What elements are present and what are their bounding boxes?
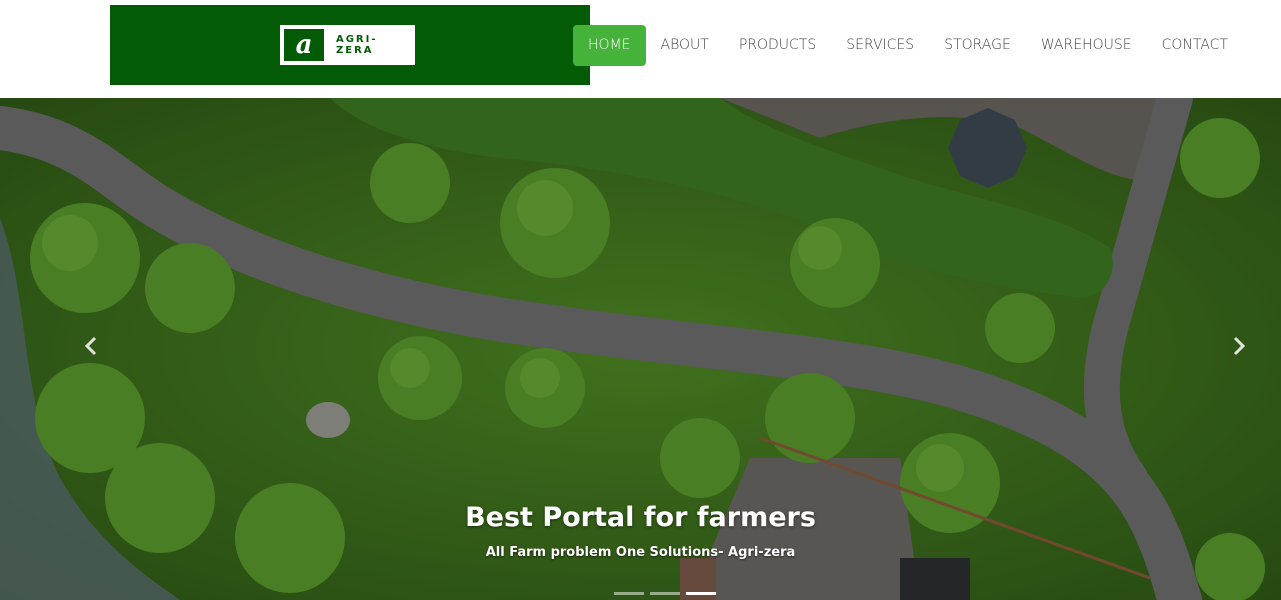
carousel-title: Best Portal for farmers bbox=[465, 502, 816, 533]
carousel-prev-button[interactable] bbox=[80, 334, 104, 358]
logo-text: AGRI-ZERA bbox=[335, 34, 378, 56]
carousel-next-button[interactable] bbox=[1226, 334, 1250, 358]
hero-carousel: Best Portal for farmers All Farm problem… bbox=[0, 98, 1281, 600]
logo-icon: a bbox=[282, 27, 326, 63]
carousel-indicator-3[interactable] bbox=[686, 592, 716, 595]
carousel-indicator-2[interactable] bbox=[650, 592, 680, 595]
logo-banner[interactable]: a AGRI-ZERA bbox=[110, 5, 590, 85]
site-header: a AGRI-ZERA HOME ABOUT PRODUCTS SERVICES… bbox=[0, 0, 1281, 98]
nav-services[interactable]: SERVICES bbox=[831, 25, 929, 66]
nav-warehouse[interactable]: WAREHOUSE bbox=[1026, 25, 1147, 66]
logo: a AGRI-ZERA bbox=[280, 25, 415, 65]
logo-letter: a bbox=[295, 30, 313, 60]
carousel-indicator-1[interactable] bbox=[614, 592, 644, 595]
chevron-right-icon bbox=[1233, 336, 1246, 356]
nav-products[interactable]: PRODUCTS bbox=[724, 25, 831, 66]
carousel-subtitle: All Farm problem One Solutions- Agri-zer… bbox=[485, 545, 796, 560]
nav-storage[interactable]: STORAGE bbox=[929, 25, 1026, 66]
carousel-indicators bbox=[614, 592, 716, 595]
chevron-left-icon bbox=[84, 336, 97, 356]
nav-about[interactable]: ABOUT bbox=[646, 25, 724, 66]
main-nav: HOME ABOUT PRODUCTS SERVICES STORAGE WAR… bbox=[573, 25, 1243, 66]
nav-home[interactable]: HOME bbox=[573, 25, 646, 66]
nav-contact[interactable]: CONTACT bbox=[1147, 25, 1243, 66]
